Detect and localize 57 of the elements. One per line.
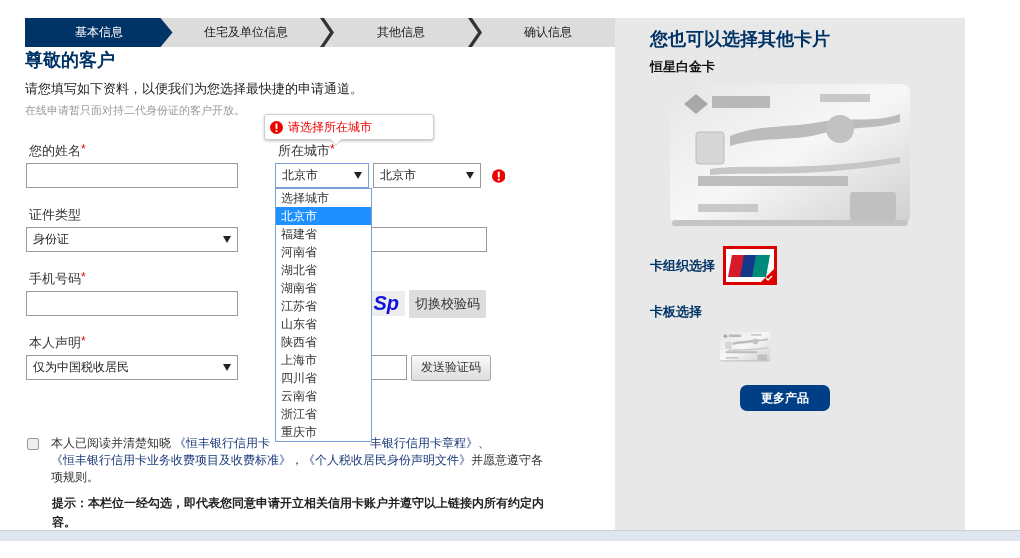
dropdown-option[interactable]: 福建省 — [276, 225, 371, 243]
dropdown-option[interactable]: 云南省 — [276, 387, 371, 405]
more-products-button[interactable]: 更多产品 — [740, 385, 830, 411]
field-label: 手机号码 — [29, 270, 81, 288]
section-label: 卡组织选择 — [650, 256, 715, 275]
caret-icon — [223, 364, 231, 371]
select-field[interactable]: 仅为中国税收居民 — [26, 355, 238, 380]
dropdown-option[interactable]: 上海市 — [276, 351, 371, 369]
dropdown-option[interactable]: 山东省 — [276, 315, 371, 333]
refresh-captcha-button[interactable]: 切换校验码 — [409, 289, 486, 318]
city-select[interactable]: 北京市 — [373, 163, 481, 188]
dropdown-option[interactable]: 重庆市 — [276, 423, 371, 441]
field-label: 您的姓名 — [29, 142, 81, 160]
city-select[interactable]: 北京市 — [275, 163, 369, 188]
input-field[interactable] — [26, 163, 238, 188]
caret-icon — [354, 172, 362, 179]
terms-link[interactable]: 《个人税收居民身份声明文件》 — [303, 453, 471, 467]
caret-icon — [223, 236, 231, 243]
chevron-icon — [467, 18, 482, 47]
dropdown-option[interactable]: 河南省 — [276, 243, 371, 261]
note-text: 在线申请暂只面对持二代身份证的客户开放。 — [25, 103, 246, 118]
input-field[interactable] — [26, 291, 238, 316]
field-label: 证件类型 — [29, 206, 81, 224]
intro-text: 请您填写如下资料，以便我们为您选择最快捷的申请通道。 — [25, 80, 364, 98]
dropdown-option[interactable]: 选择城市 — [276, 189, 371, 207]
required-mark: * — [81, 334, 86, 348]
step-tab[interactable]: 确认信息 — [467, 18, 615, 47]
terms-link[interactable]: 丰银行信用卡章程》 — [370, 436, 479, 450]
send-code-button[interactable]: 发送验证码 — [411, 354, 491, 381]
dropdown-option[interactable]: 江苏省 — [276, 297, 371, 315]
required-mark: * — [330, 142, 335, 156]
dropdown-option[interactable]: 湖北省 — [276, 261, 371, 279]
hint-text: 提示：本栏位一经勾选，即代表您同意申请开立相关信用卡账户并遵守以上链接内所有约定内容。 — [52, 495, 545, 531]
select-field[interactable]: 身份证 — [26, 227, 238, 252]
dropdown-option[interactable]: 陕西省 — [276, 333, 371, 351]
step-tab[interactable]: 基本信息 — [25, 18, 173, 47]
required-mark: * — [81, 142, 86, 156]
dropdown-option[interactable]: 浙江省 — [276, 405, 371, 423]
step-tab[interactable]: 其他信息 — [320, 18, 468, 47]
side-title: 您也可以选择其他卡片 — [650, 28, 831, 51]
consent-checkbox[interactable] — [27, 438, 39, 450]
required-mark: * — [81, 270, 86, 284]
error-icon — [270, 120, 283, 134]
terms-link[interactable]: 《恒丰银行信用卡 — [174, 436, 271, 450]
tooltip-arrow — [330, 139, 342, 146]
card-network-option[interactable] — [723, 246, 777, 285]
chevron-icon — [320, 18, 334, 47]
terms-link[interactable]: 《恒丰银行信用卡业务收费项目及收费标准》 — [51, 453, 291, 467]
step-tab[interactable]: 住宅及单位信息 — [172, 18, 320, 47]
card-name: 恒星白金卡 — [650, 58, 715, 76]
caret-icon — [465, 172, 474, 179]
page-heading: 尊敬的客户 — [25, 49, 116, 72]
field-label: 本人声明 — [29, 334, 81, 352]
section-label: 卡板选择 — [650, 303, 702, 321]
dropdown-option[interactable]: 四川省 — [276, 369, 371, 387]
error-tooltip: 请选择所在城市 — [264, 114, 434, 140]
field-label: 所在城市 — [278, 142, 330, 160]
